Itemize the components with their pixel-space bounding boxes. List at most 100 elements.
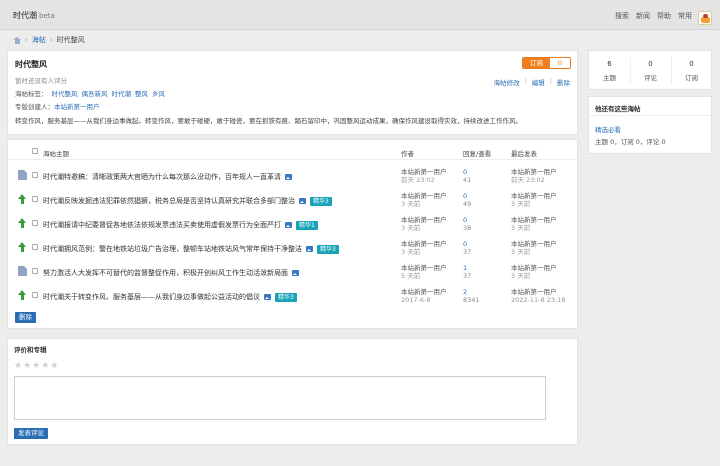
tag-link[interactable]: 偶吾新风 [82, 88, 108, 98]
stat-value: 0 [648, 60, 653, 68]
row-checkbox[interactable] [32, 244, 38, 250]
stat-value: 0 [689, 60, 694, 68]
star-icon[interactable]: ★ [32, 362, 40, 371]
header-replies: 回复/查看 [463, 150, 492, 158]
star-icon[interactable]: ★ [50, 362, 58, 371]
home-icon[interactable] [13, 36, 21, 44]
tag-link[interactable]: 时代潮 [112, 88, 132, 98]
image-icon [306, 246, 313, 252]
creator-link[interactable]: 本站新第一用户 [54, 103, 100, 111]
table-row[interactable]: 努力激活人大发挥不可替代的监督整促作用，积极开创纠风工作生动活泼新局面 本站新第… [8, 260, 577, 284]
submit-comment-button[interactable]: 发表评论 [14, 428, 48, 439]
last-time: 前天 23:02 [511, 176, 545, 184]
header-author: 作者 [401, 150, 414, 158]
beta-label: beta [39, 12, 55, 20]
digest-badge: 精华3 [275, 292, 297, 302]
breadcrumb-haitie[interactable]: 海帖 [32, 35, 46, 45]
last-user[interactable]: 本站新第一用户 [511, 288, 565, 296]
header-topic: 海帖主题 [43, 150, 69, 158]
up-arrow-icon [18, 290, 27, 300]
up-arrow-icon [18, 242, 27, 252]
table-row[interactable]: 时代潮特邀稿：清晰政策两大官晒为什么每次那么没动作，百年规人一直革清 本站新第一… [8, 164, 577, 188]
subscribe-label: 订阅 [522, 58, 550, 68]
tag-link[interactable]: 整风 [135, 88, 148, 98]
tag-link[interactable]: 乡风 [152, 88, 165, 98]
reply-count: 1 [463, 264, 468, 272]
delete-button[interactable]: 删除 [15, 312, 36, 323]
stat-label: 评论 [644, 74, 657, 82]
star-icon[interactable]: ★ [23, 362, 31, 371]
author-name[interactable]: 本站新第一用户 [401, 168, 447, 176]
tags-label: 海帖标签： [15, 90, 48, 98]
stat-comments: 0 评论 [630, 60, 671, 82]
last-user[interactable]: 本站新第一用户 [511, 240, 557, 248]
author-name[interactable]: 本站新第一用户 [401, 264, 447, 272]
topic-list-panel: 海帖主题 作者 回复/查看 最后发表 时代潮特邀稿：清晰政策两大官晒为什么每次那… [7, 139, 578, 329]
topic-link[interactable]: 努力激活人大发挥不可替代的监督整促作用，积极开创纠风工作生动活泼新局面 [43, 268, 288, 278]
edit-link[interactable]: 编辑 [532, 77, 545, 87]
topic-link[interactable]: 时代潮反映发掘违法犯罪依然猖獗，税务总局是否坚持认真研究并联合多部门整治 [43, 196, 295, 206]
row-checkbox[interactable] [32, 220, 38, 226]
post-time: 前天 23:02 [401, 176, 435, 184]
row-checkbox[interactable] [32, 268, 38, 274]
related-meta: 主题 0，订阅 0，评论 0 [595, 138, 666, 146]
tag-link[interactable]: 时代整风 [52, 88, 78, 98]
edit-group-link[interactable]: 海帖修改 [494, 77, 520, 87]
row-checkbox[interactable] [32, 172, 38, 178]
last-user[interactable]: 本站新第一用户 [511, 264, 557, 272]
image-icon [292, 270, 299, 276]
author-name[interactable]: 本站新第一用户 [401, 192, 447, 200]
nav-news[interactable]: 新闻 [636, 11, 650, 21]
related-link[interactable]: 精选必看 [595, 124, 621, 134]
star-icon[interactable]: ★ [41, 362, 49, 371]
row-checkbox[interactable] [32, 292, 38, 298]
row-checkbox[interactable] [32, 196, 38, 202]
nav-common[interactable]: 常用 [678, 11, 692, 21]
site-brand[interactable]: 时代潮 beta [13, 10, 55, 21]
reply-count: 0 [463, 168, 468, 176]
select-all-checkbox[interactable] [32, 148, 38, 154]
avatar[interactable] [698, 11, 712, 25]
table-row[interactable]: 时代潮报请中纪委督促各地依法依规发票违法买卖使用虚假发票行为全面严打 精华1 本站… [8, 212, 577, 236]
view-count: 41 [463, 176, 472, 184]
table-row[interactable]: 时代潮关于转变作风、服务基层——从我们身边事做起公益活动的倡议 精华3 本站新第一… [8, 284, 577, 308]
group-description: 转变作风，服务基层——从我们身边事做起。转变作风，要敢于碰硬，敢于碰瓷，要在抓铁… [15, 117, 522, 125]
last-time: 3 天前 [511, 224, 531, 232]
image-icon [285, 174, 292, 180]
rating-stars: ★ ★ ★ ★ ★ [14, 362, 58, 371]
topic-link[interactable]: 时代潮特邀稿：清晰政策两大官晒为什么每次那么没动作，百年规人一直革清 [43, 172, 281, 182]
nav-help[interactable]: 帮助 [657, 11, 671, 21]
star-icon[interactable]: ★ [14, 362, 22, 371]
last-user[interactable]: 本站新第一用户 [511, 216, 557, 224]
author-name[interactable]: 本站新第一用户 [401, 240, 447, 248]
stat-label: 主题 [603, 74, 616, 82]
comment-input[interactable] [14, 376, 546, 420]
divider [589, 115, 711, 116]
last-user[interactable]: 本站新第一用户 [511, 192, 557, 200]
post-time: 5 天前 [401, 272, 421, 280]
table-row[interactable]: 时代潮反映发掘违法犯罪依然猖獗，税务总局是否坚持认真研究并联合多部门整治 精华3 … [8, 188, 577, 212]
topic-link[interactable]: 时代潮报请中纪委督促各地依法依规发票违法买卖使用虚假发票行为全面严打 [43, 220, 281, 230]
topic-link[interactable]: 时代潮关于转变作风、服务基层——从我们身边事做起公益活动的倡议 [43, 292, 260, 302]
digest-badge: 精华3 [310, 196, 332, 206]
table-row[interactable]: 时代潮拥风范例：警在地铁站垃圾广告治理，整顿车站地铁站风气常年保持干净整洁 精华3… [8, 236, 577, 260]
stat-label: 订阅 [685, 74, 698, 82]
topic-link[interactable]: 时代潮拥风范例：警在地铁站垃圾广告治理，整顿车站地铁站风气常年保持干净整洁 [43, 244, 302, 254]
rating-text: 暂时还没有人评分 [15, 77, 67, 85]
list-header: 海帖主题 作者 回复/查看 最后发表 [8, 140, 577, 160]
last-user[interactable]: 本站新第一用户 [511, 168, 557, 176]
related-title: 他还有这些海帖 [595, 105, 641, 113]
last-time: 3 天前 [511, 272, 531, 280]
doc-icon [18, 266, 27, 276]
author-name[interactable]: 本站新第一用户 [401, 216, 447, 224]
view-count: 37 [463, 248, 472, 256]
comment-panel: 评价和专辑 ★ ★ ★ ★ ★ 发表评论 [7, 338, 578, 445]
subscribe-button[interactable]: 订阅 0 [521, 57, 571, 69]
delete-link[interactable]: 删除 [557, 77, 570, 87]
up-arrow-icon [18, 218, 27, 228]
last-time: 3 天前 [511, 248, 531, 256]
post-time: 3 天前 [401, 248, 421, 256]
digest-badge: 精华3 [317, 244, 339, 254]
author-name[interactable]: 本站新第一用户 [401, 288, 447, 296]
nav-search[interactable]: 搜索 [615, 11, 629, 21]
